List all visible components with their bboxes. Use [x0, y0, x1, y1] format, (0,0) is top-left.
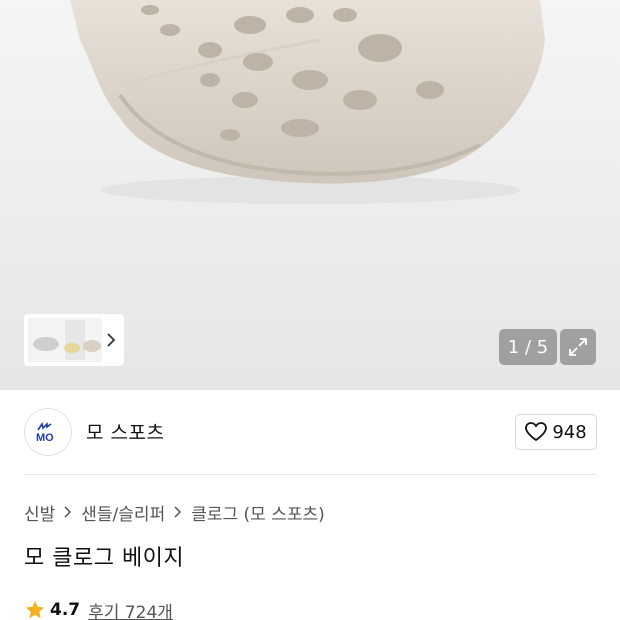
breadcrumb-item[interactable]: 클로그 (모 스포츠) [191, 500, 325, 525]
rating-value: 4.7 [50, 600, 81, 620]
divider [24, 474, 596, 475]
heart-icon [525, 422, 548, 442]
chevron-right-icon [174, 506, 182, 518]
brand-row: MO 모 스포츠 948 [0, 390, 620, 476]
expand-icon [569, 338, 587, 356]
thumbnail-strip[interactable] [24, 314, 124, 366]
brand-name[interactable]: 모 스포츠 [86, 418, 164, 445]
thumbnail-image[interactable] [28, 318, 102, 362]
like-button[interactable]: 948 [515, 414, 597, 450]
chevron-right-icon[interactable] [104, 330, 118, 350]
like-count: 948 [552, 421, 587, 443]
star-icon [25, 600, 45, 619]
brand-logo[interactable]: MO [24, 408, 72, 456]
breadcrumb: 신발 샌들/슬리퍼 클로그 (모 스포츠) [24, 500, 325, 525]
product-title: 모 클로그 베이지 [24, 546, 185, 571]
breadcrumb-item[interactable]: 샌들/슬리퍼 [81, 500, 165, 525]
product-image-gallery[interactable]: 1 / 5 [0, 0, 620, 390]
brand-logo-text: MO [36, 432, 54, 443]
breadcrumb-item[interactable]: 신발 [24, 500, 55, 525]
image-counter: 1 / 5 [499, 329, 557, 365]
review-count-link[interactable]: 후기 724개 [88, 598, 173, 620]
expand-button[interactable] [560, 329, 596, 365]
chevron-right-icon [64, 506, 72, 518]
rating-row: 4.7 후기 724개 [24, 598, 173, 620]
